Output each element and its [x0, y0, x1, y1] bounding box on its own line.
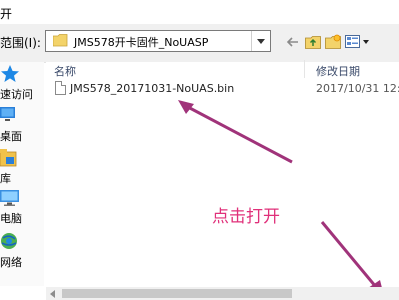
desktop-icon [0, 107, 15, 121]
file-icon [55, 81, 66, 95]
places-bar: 速访问 桌面 库 电脑 网络 [0, 62, 44, 286]
view-menu-icon[interactable] [345, 34, 371, 50]
column-divider[interactable] [304, 60, 305, 78]
column-header-name[interactable]: 名称 [54, 63, 76, 79]
lookin-label: 范围(I): [0, 36, 41, 50]
place-desktop[interactable]: 桌面 [0, 104, 44, 148]
place-quick-access[interactable]: 速访问 [0, 62, 44, 106]
place-library[interactable]: 库 [0, 146, 44, 190]
column-header-date[interactable]: 修改日期 [316, 63, 360, 79]
up-folder-icon[interactable] [305, 34, 321, 50]
lookin-folder-name: JMS578开卡固件_NoUASP [74, 36, 209, 49]
library-icon [0, 149, 17, 167]
scrollbar-thumb[interactable] [62, 289, 292, 298]
scroll-left-arrow-icon[interactable] [46, 287, 60, 300]
dialog-title-bar: 开 [0, 0, 399, 24]
place-label: 桌面 [0, 130, 22, 143]
new-folder-icon[interactable] [325, 34, 341, 50]
place-label: 速访问 [0, 88, 33, 101]
computer-icon [0, 190, 19, 206]
place-label: 网络 [0, 256, 22, 269]
file-modified-date: 2017/10/31 12:3 [316, 82, 399, 95]
folder-icon [53, 34, 68, 47]
place-network[interactable]: 网络 [0, 232, 44, 276]
back-arrow-icon[interactable] [286, 34, 300, 50]
chevron-down-icon[interactable] [251, 31, 270, 51]
lookin-toolbar: 范围(I): JMS578开卡固件_NoUASP [0, 24, 399, 63]
dialog-title: 开 [0, 7, 13, 21]
annotation-text: 点击打开 [212, 207, 280, 227]
horizontal-scrollbar[interactable] [46, 287, 399, 300]
place-label: 电脑 [0, 212, 22, 225]
place-computer[interactable]: 电脑 [0, 189, 44, 233]
star-icon [1, 65, 19, 82]
lookin-combobox[interactable]: JMS578开卡固件_NoUASP [45, 30, 271, 52]
place-label: 库 [0, 172, 11, 185]
file-name[interactable]: JMS578_20171031-NoUAS.bin [70, 82, 234, 95]
network-icon [1, 233, 17, 249]
